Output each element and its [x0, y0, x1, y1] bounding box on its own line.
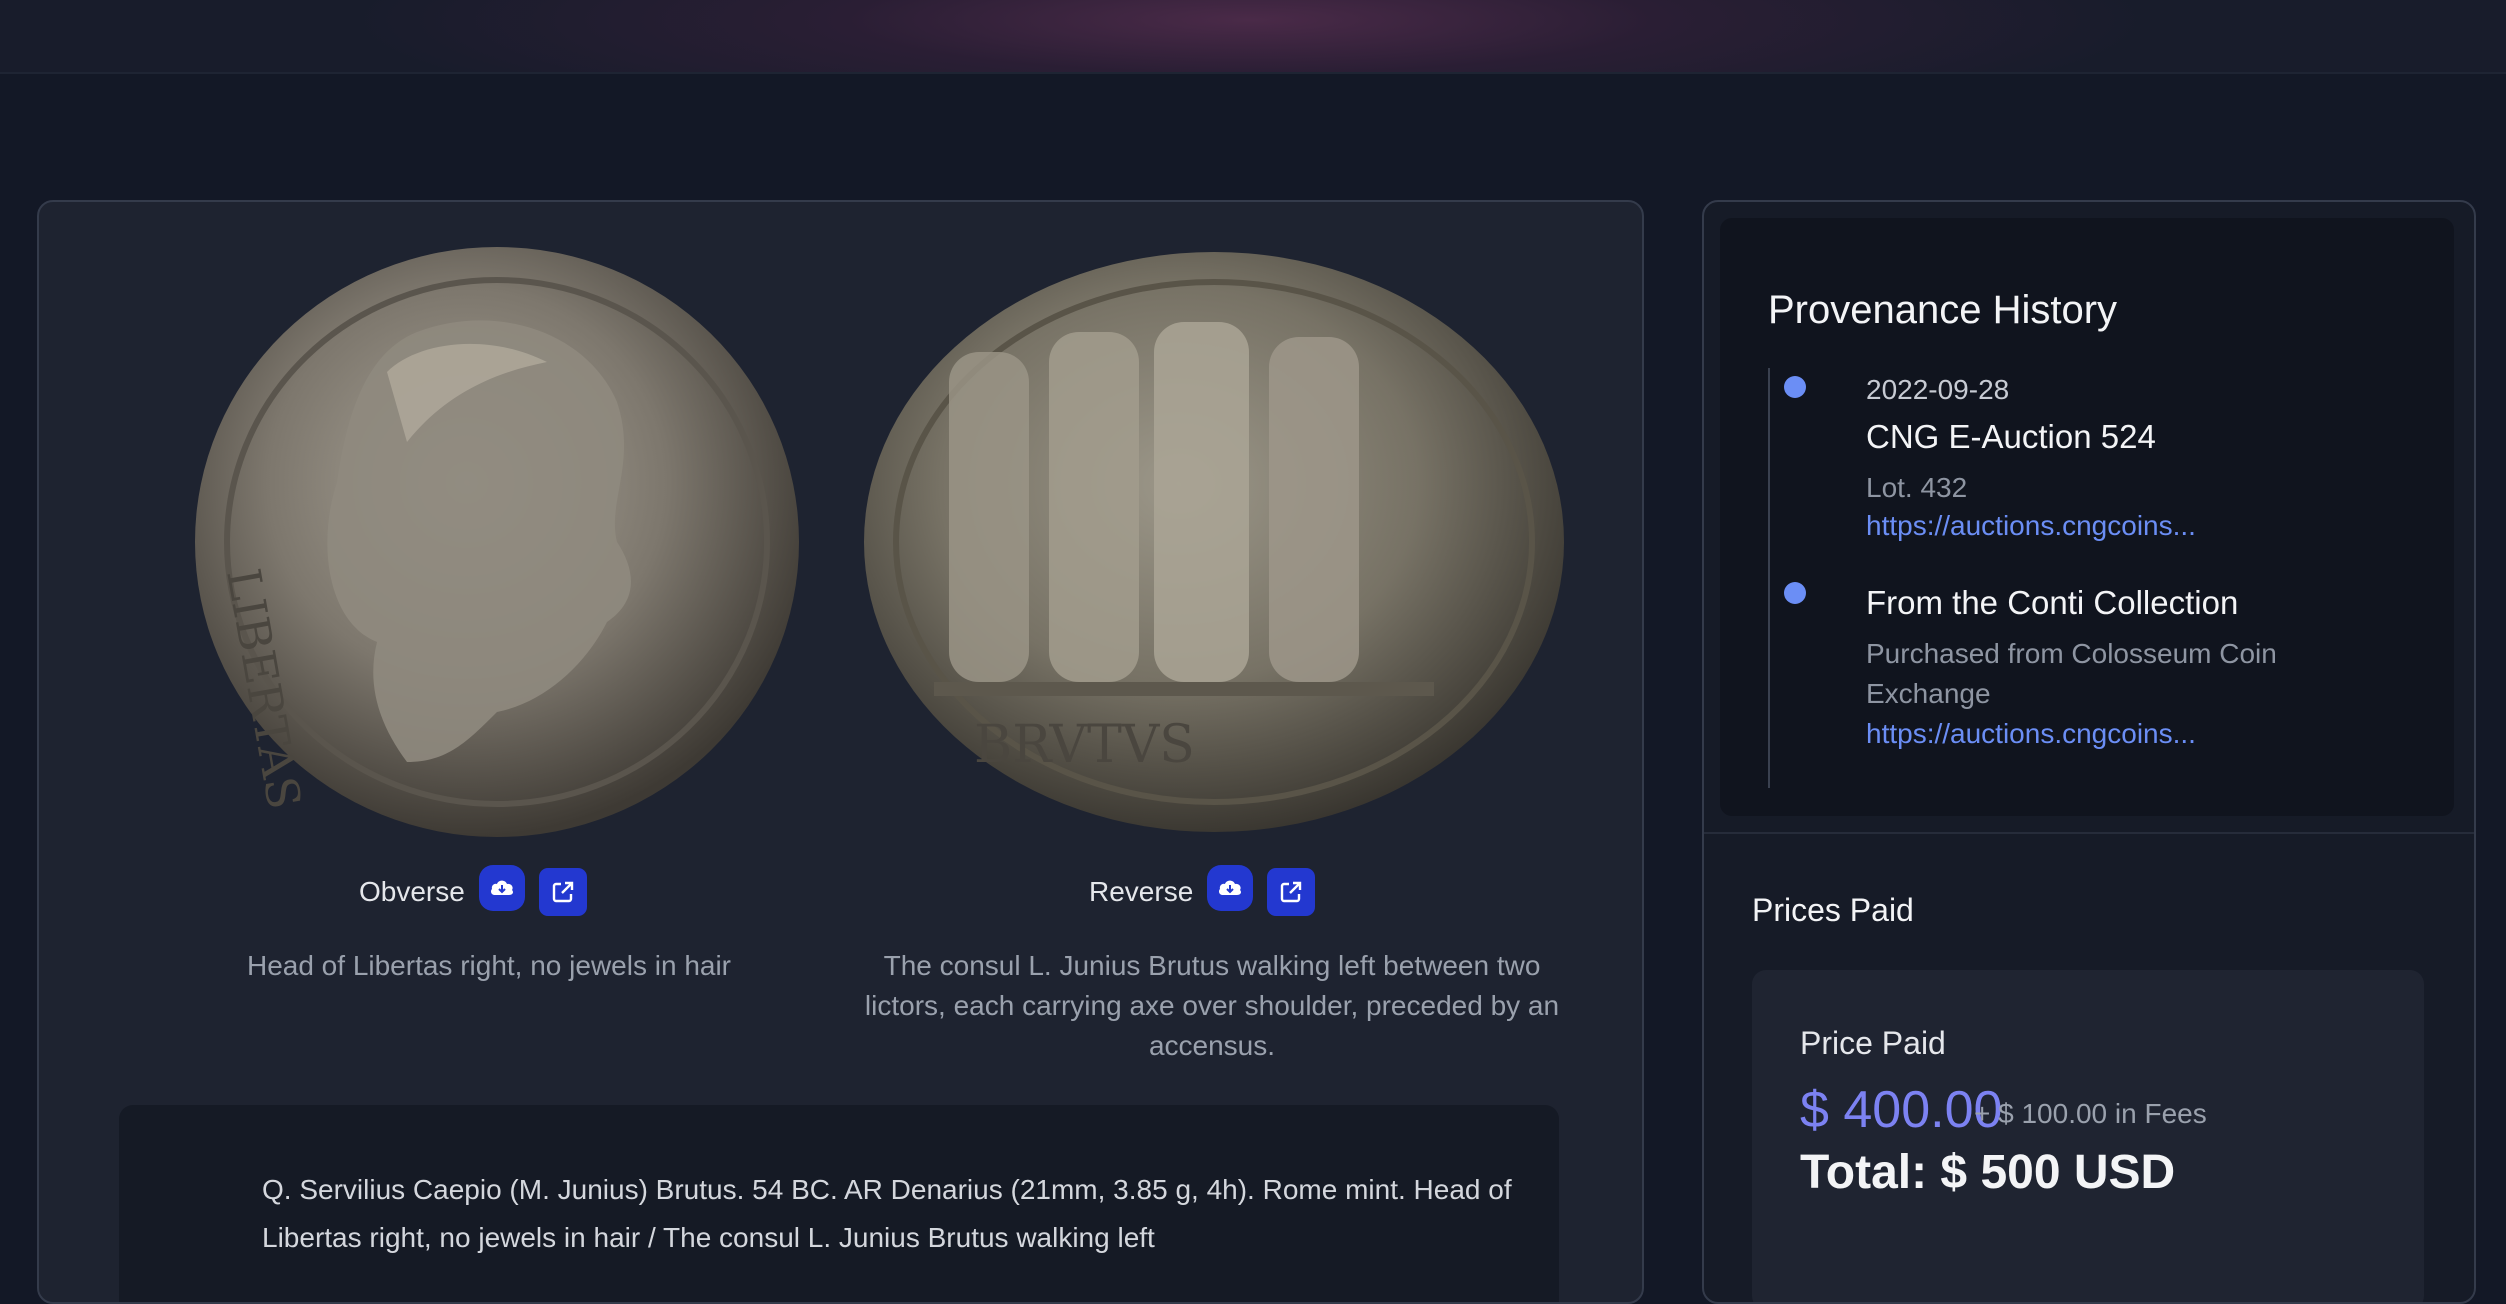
price-paid-amount: $ 400.00 [1800, 1081, 2003, 1139]
provenance-link[interactable]: https://auctions.cngcoins... [1866, 510, 2196, 542]
obverse-image[interactable]: LIBERTAS [167, 242, 827, 852]
reverse-legend: BRVTVS [974, 715, 1195, 775]
provenance-date: 2022-09-28 [1866, 374, 2010, 405]
reverse-label: Reverse [1089, 876, 1194, 907]
timeline-line [1768, 368, 1770, 788]
reverse-description: The consul L. Junius Brutus walking left… [864, 950, 1560, 1061]
price-paid-label: Price Paid [1800, 1025, 1946, 1061]
provenance-link[interactable]: https://auctions.cngcoins... [1866, 718, 2196, 750]
section-divider [1704, 832, 2474, 834]
reverse-actions: Reverse [1089, 865, 1316, 916]
price-card: Price Paid $ 400.00 + $ 100.00 in Fees T… [1752, 970, 2424, 1302]
price-fees: + $ 100.00 in Fees [1974, 1098, 2207, 1129]
external-link-icon [552, 881, 574, 903]
prices-title: Prices Paid [1752, 892, 1914, 928]
reverse-download-button[interactable] [1207, 865, 1254, 911]
provenance-source: From the Conti Collection [1866, 584, 2239, 621]
obverse-actions: Obverse [359, 865, 587, 916]
provenance-title: Provenance History [1768, 288, 2118, 332]
provenance-source: CNG E-Auction 524 [1866, 418, 2156, 455]
price-total: Total: $ 500 USD [1800, 1146, 2176, 1199]
coin-full-description: Q. Servilius Caepio (M. Junius) Brutus. … [262, 1174, 1512, 1253]
timeline-dot [1784, 376, 1806, 398]
cloud-download-icon [1219, 880, 1242, 895]
sidebar-panel: Provenance History 2022-09-28 CNG E-Auct… [1702, 200, 2476, 1304]
obverse-description: Head of Libertas right, no jewels in hai… [246, 950, 732, 981]
obverse-external-button[interactable] [538, 868, 587, 916]
provenance-card: Provenance History 2022-09-28 CNG E-Auct… [1720, 218, 2454, 816]
external-link-icon [1281, 881, 1302, 903]
reverse-image[interactable]: BRVTVS [854, 242, 1574, 852]
obverse-label: Obverse [359, 876, 465, 907]
timeline-dot [1784, 582, 1806, 604]
cloud-download-icon [490, 880, 513, 895]
coin-images-panel: LIBERTAS BRVTVS Obverse Reverse Head of … [37, 200, 1644, 1304]
provenance-lot: Lot. 432 [1866, 472, 1968, 503]
reverse-external-button[interactable] [1267, 868, 1316, 916]
provenance-note: Purchased from Colosseum Coin Exchange [1866, 638, 2277, 709]
obverse-download-button[interactable] [478, 865, 525, 911]
top-header-bar [0, 0, 2506, 74]
